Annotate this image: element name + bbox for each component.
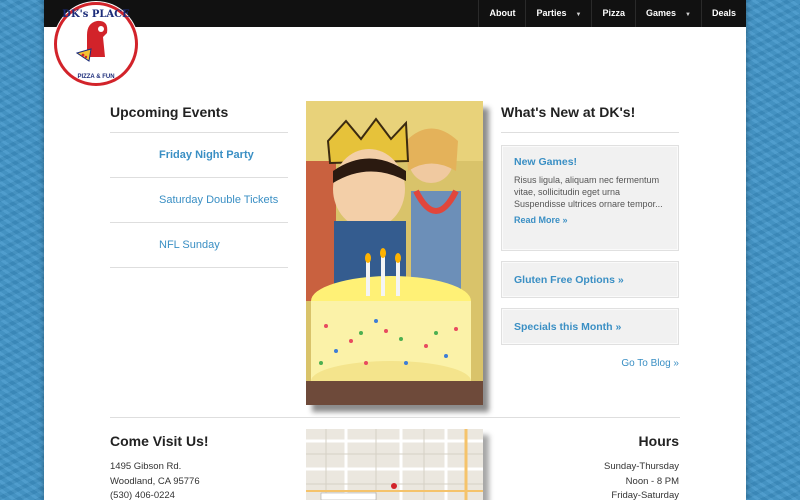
caret-down-icon: ▼ bbox=[685, 12, 691, 18]
hours-section: Hours Sunday-Thursday Noon - 8 PM Friday… bbox=[504, 433, 679, 500]
upcoming-events-section: Upcoming Events Friday Night Party Satur… bbox=[110, 104, 288, 268]
nav-item-games[interactable]: Games ▼ bbox=[634, 0, 701, 27]
nav-item-deals[interactable]: Deals bbox=[700, 0, 746, 27]
whats-new-heading: What's New at DK's! bbox=[501, 104, 636, 120]
nav-item-parties[interactable]: Parties ▼ bbox=[525, 0, 591, 27]
caret-down-icon: ▼ bbox=[575, 12, 582, 18]
gluten-free-link[interactable]: Gluten Free Options » bbox=[514, 272, 666, 289]
visit-heading: Come Visit Us! bbox=[110, 433, 209, 449]
new-games-title[interactable]: New Games! bbox=[514, 156, 666, 168]
city-line: Woodland, CA 95776 bbox=[110, 475, 200, 487]
specials-link[interactable]: Specials this Month » bbox=[514, 319, 666, 336]
nav-label: Pizza bbox=[602, 8, 625, 18]
hours-line: Friday-Saturday bbox=[611, 490, 679, 500]
event-link-saturday-double-tickets[interactable]: Saturday Double Tickets bbox=[110, 178, 288, 223]
whats-new-section: What's New at DK's! New Games! Risus lig… bbox=[501, 104, 679, 369]
top-navigation-bar: About Parties ▼ Pizza Games ▼ Deals bbox=[44, 0, 746, 27]
nav-label: Deals bbox=[711, 8, 736, 18]
specials-card[interactable]: Specials this Month » bbox=[501, 308, 679, 345]
divider bbox=[501, 132, 679, 133]
visit-section: Come Visit Us! 1495 Gibson Rd. Woodland,… bbox=[110, 433, 290, 500]
event-link-friday-night-party[interactable]: Friday Night Party bbox=[110, 133, 288, 178]
location-map[interactable] bbox=[306, 429, 483, 500]
birthday-party-photo bbox=[306, 101, 483, 405]
nav-item-about[interactable]: About bbox=[478, 0, 525, 27]
logo-title: DK's PLACE bbox=[62, 9, 130, 20]
events-heading: Upcoming Events bbox=[110, 104, 229, 120]
gluten-free-card[interactable]: Gluten Free Options » bbox=[501, 261, 679, 298]
hours-line: Noon - 8 PM bbox=[625, 475, 679, 487]
nav-label: About bbox=[489, 8, 516, 18]
section-divider bbox=[110, 417, 680, 418]
page-container: About Parties ▼ Pizza Games ▼ Deals DK's P… bbox=[44, 0, 746, 500]
nav-label: Parties bbox=[536, 8, 567, 18]
go-to-blog-link[interactable]: Go To Blog » bbox=[501, 358, 679, 369]
dks-place-logo[interactable]: DK's PLACE PIZZA & FUN bbox=[54, 2, 138, 86]
nav-item-pizza[interactable]: Pizza bbox=[591, 0, 635, 27]
phone-line[interactable]: (530) 406-0224 bbox=[110, 489, 290, 500]
event-link-nfl-sunday[interactable]: NFL Sunday bbox=[110, 223, 288, 268]
main-nav: About Parties ▼ Pizza Games ▼ Deals bbox=[478, 0, 746, 27]
nav-label: Games bbox=[645, 8, 677, 18]
hours-line: Sunday-Thursday bbox=[604, 461, 679, 472]
address-line: 1495 Gibson Rd. bbox=[110, 461, 182, 472]
new-games-card: New Games! Risus ligula, aliquam nec fer… bbox=[501, 145, 679, 251]
read-more-link[interactable]: Read More » bbox=[514, 215, 666, 225]
new-games-excerpt: Risus ligula, aliquam nec fermentum vita… bbox=[514, 175, 663, 209]
hours-heading: Hours bbox=[638, 433, 679, 449]
logo-subtitle: PIZZA & FUN bbox=[77, 74, 115, 80]
